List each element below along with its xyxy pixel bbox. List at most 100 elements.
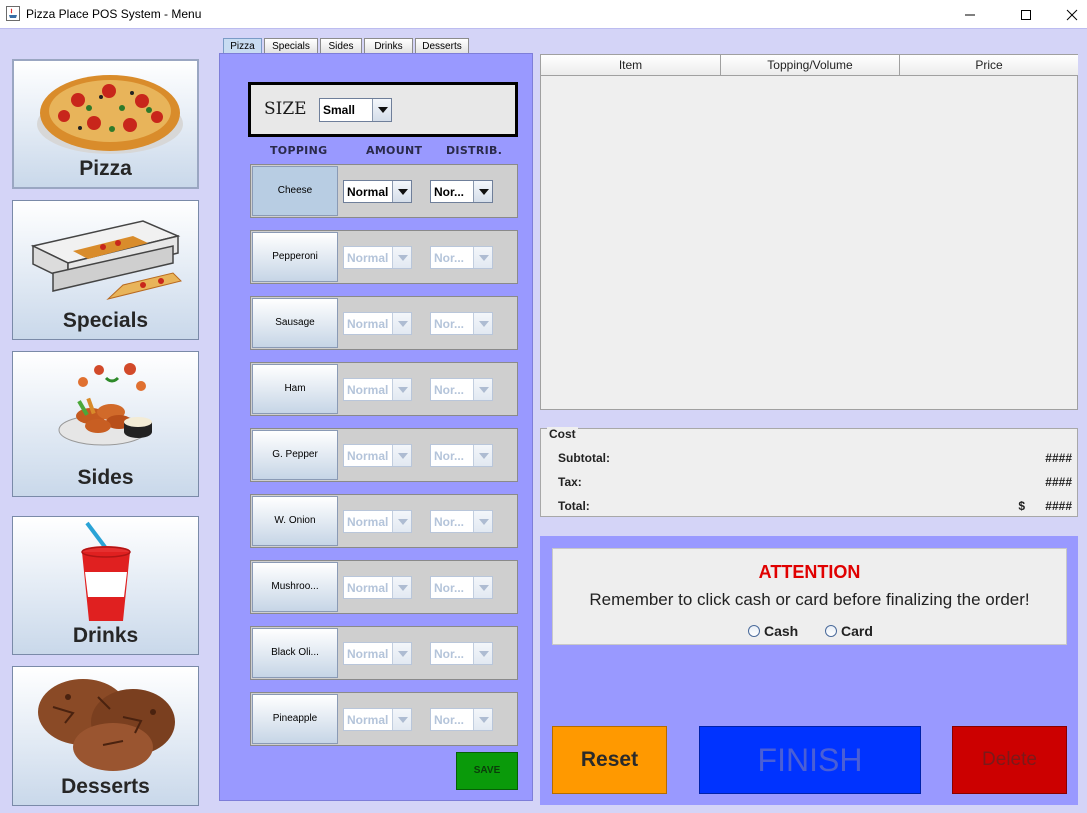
- distrib-select-value: Nor...: [434, 712, 465, 727]
- amount-select-value: Normal: [347, 712, 389, 727]
- card-radio-label: Card: [841, 623, 873, 639]
- chevron-down-icon: [473, 313, 492, 334]
- nav-drinks-label: Drinks: [72, 624, 139, 647]
- chevron-down-icon: [392, 511, 411, 532]
- distrib-column-header: DISTRIB.: [446, 144, 503, 157]
- distrib-select[interactable]: Nor...: [430, 378, 493, 401]
- nav-drinks-button[interactable]: Drinks: [12, 516, 199, 655]
- chevron-down-icon: [473, 181, 492, 202]
- chevron-down-icon: [392, 577, 411, 598]
- cash-radio-label: Cash: [764, 623, 799, 639]
- tab-specials[interactable]: Specials: [264, 38, 318, 54]
- column-header-item[interactable]: Item: [541, 55, 721, 76]
- maximize-button[interactable]: [1003, 0, 1049, 29]
- amount-select-value: Normal: [347, 316, 389, 331]
- total-label: Total:: [558, 499, 590, 513]
- tab-desserts[interactable]: Desserts: [415, 38, 469, 54]
- attention-message: Remember to click cash or card before fi…: [589, 590, 1030, 609]
- chevron-down-icon: [473, 511, 492, 532]
- distrib-select[interactable]: Nor...: [430, 708, 493, 731]
- tab-drinks[interactable]: Drinks: [364, 38, 413, 54]
- reset-button[interactable]: Reset: [552, 726, 667, 794]
- tab-pizza[interactable]: Pizza: [223, 38, 262, 54]
- topping-row: Cheese Normal Nor...: [250, 164, 518, 218]
- distrib-select[interactable]: Nor...: [430, 576, 493, 599]
- column-header-price[interactable]: Price: [900, 55, 1078, 76]
- amount-select[interactable]: Normal: [343, 180, 412, 203]
- distrib-select[interactable]: Nor...: [430, 444, 493, 467]
- distrib-select-value: Nor...: [434, 514, 465, 529]
- title-bar: Pizza Place POS System - Menu: [0, 0, 1087, 29]
- topping-row: Pineapple Normal Nor...: [250, 692, 518, 746]
- finish-button[interactable]: FINISH: [699, 726, 921, 794]
- amount-select-value: Normal: [347, 580, 389, 595]
- close-button[interactable]: [1049, 0, 1087, 29]
- distrib-select-value: Nor...: [434, 646, 465, 661]
- total-value: ####: [1045, 499, 1072, 513]
- save-button[interactable]: SAVE: [456, 752, 518, 790]
- nav-desserts-button[interactable]: Desserts: [12, 666, 199, 806]
- chevron-down-icon: [473, 577, 492, 598]
- size-select[interactable]: Small: [319, 98, 392, 122]
- column-header-topping-volume[interactable]: Topping/Volume: [721, 55, 900, 76]
- chevron-down-icon: [392, 643, 411, 664]
- attention-title: ATTENTION: [758, 562, 861, 582]
- amount-select[interactable]: Normal: [343, 312, 412, 335]
- topping-button[interactable]: Sausage: [252, 298, 338, 348]
- distrib-select[interactable]: Nor...: [430, 312, 493, 335]
- close-icon: [1066, 9, 1078, 21]
- delete-button[interactable]: Delete: [952, 726, 1067, 794]
- topping-button[interactable]: Ham: [252, 364, 338, 414]
- order-table[interactable]: Item Topping/Volume Price: [540, 54, 1078, 410]
- amount-select[interactable]: Normal: [343, 444, 412, 467]
- topping-button[interactable]: Black Oli...: [252, 628, 338, 678]
- size-box: SIZE Small: [248, 82, 518, 137]
- chevron-down-icon: [473, 379, 492, 400]
- topping-button[interactable]: G. Pepper: [252, 430, 338, 480]
- topping-button[interactable]: Pepperoni: [252, 232, 338, 282]
- topping-column-header: TOPPING: [270, 144, 328, 157]
- amount-select[interactable]: Normal: [343, 708, 412, 731]
- pizza-icon: [37, 75, 183, 154]
- minimize-button[interactable]: [947, 0, 993, 29]
- distrib-select[interactable]: Nor...: [430, 246, 493, 269]
- distrib-select[interactable]: Nor...: [430, 510, 493, 533]
- cash-radio[interactable]: Cash: [748, 623, 798, 639]
- topping-row: Black Oli... Normal Nor...: [250, 626, 518, 680]
- nav-desserts-label: Desserts: [61, 775, 150, 798]
- cost-title: Cost: [547, 427, 578, 441]
- topping-button[interactable]: Pineapple: [252, 694, 338, 744]
- chevron-down-icon: [392, 379, 411, 400]
- soda-cup-icon: [81, 521, 131, 621]
- cost-panel: Cost Subtotal: #### Tax: #### Total: $ #…: [540, 427, 1078, 517]
- topping-button[interactable]: Cheese: [252, 166, 338, 216]
- chevron-down-icon: [392, 247, 411, 268]
- nav-pizza-button[interactable]: Pizza: [12, 59, 199, 189]
- tab-sides[interactable]: Sides: [320, 38, 362, 54]
- amount-column-header: AMOUNT: [366, 144, 423, 157]
- distrib-select-value: Nor...: [434, 316, 465, 331]
- window-title: Pizza Place POS System - Menu: [26, 7, 202, 21]
- distrib-select-value: Nor...: [434, 250, 465, 265]
- distrib-select[interactable]: Nor...: [430, 180, 493, 203]
- amount-select[interactable]: Normal: [343, 642, 412, 665]
- nav-specials-button[interactable]: Specials: [12, 200, 199, 340]
- amount-select[interactable]: Normal: [343, 576, 412, 599]
- topping-button[interactable]: Mushroo...: [252, 562, 338, 612]
- chevron-down-icon: [473, 247, 492, 268]
- amount-select-value: Normal: [347, 646, 389, 661]
- nav-sides-label: Sides: [77, 466, 134, 489]
- size-select-value: Small: [323, 103, 356, 117]
- chevron-down-icon: [473, 643, 492, 664]
- nav-sides-button[interactable]: Sides: [12, 351, 199, 497]
- amount-select[interactable]: Normal: [343, 378, 412, 401]
- total-currency: $: [1018, 499, 1025, 513]
- chevron-down-icon: [392, 313, 411, 334]
- amount-select[interactable]: Normal: [343, 510, 412, 533]
- amount-select[interactable]: Normal: [343, 246, 412, 269]
- topping-button[interactable]: W. Onion: [252, 496, 338, 546]
- tax-value: ####: [1045, 475, 1072, 489]
- distrib-select[interactable]: Nor...: [430, 642, 493, 665]
- size-label: SIZE: [264, 99, 307, 119]
- card-radio[interactable]: Card: [825, 623, 873, 639]
